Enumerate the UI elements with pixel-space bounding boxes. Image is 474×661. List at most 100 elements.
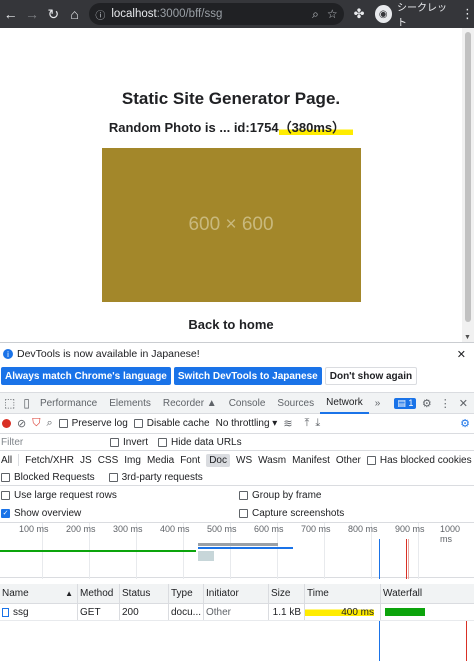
throttling-select[interactable]: No throttling ▾: [216, 418, 278, 429]
address-bar[interactable]: ⓘ localhost :3000/bff/ssg ⌕ ☆: [89, 3, 344, 25]
infobar-message: DevTools is now available in Japanese!: [17, 348, 200, 360]
type-media[interactable]: Media: [147, 455, 174, 466]
more-tabs-button[interactable]: »: [369, 392, 387, 414]
col-method[interactable]: Method: [78, 584, 120, 603]
type-js[interactable]: JS: [80, 455, 92, 466]
menu-kebab-icon[interactable]: ⋮: [461, 6, 474, 22]
invert-checkbox[interactable]: Invert: [110, 437, 148, 448]
zoom-icon[interactable]: ⌕: [312, 7, 319, 22]
blocked-requests-checkbox[interactable]: Blocked Requests: [1, 472, 95, 483]
network-toolbar: ⊘ ⛉ ⌕ Preserve log Disable cache No thro…: [0, 414, 474, 434]
type-manifest[interactable]: Manifest: [292, 455, 330, 466]
close-infobar-icon[interactable]: ✕: [457, 348, 466, 361]
record-icon[interactable]: [2, 419, 11, 428]
col-waterfall[interactable]: Waterfall: [381, 584, 474, 603]
checkbox-icon: [133, 419, 143, 428]
type-wasm[interactable]: Wasm: [258, 455, 286, 466]
inspect-element-icon[interactable]: ⬚: [0, 396, 19, 410]
type-doc[interactable]: Doc: [206, 453, 230, 467]
type-other[interactable]: Other: [336, 455, 361, 466]
cell-initiator: Other: [204, 604, 269, 620]
timeline-tick-label: 800 ms: [348, 524, 378, 534]
col-name[interactable]: Name ▲: [0, 584, 78, 603]
timeline-screenshot-thumbnail[interactable]: [198, 551, 214, 561]
cell-time: 400 ms: [305, 604, 381, 620]
checkbox-icon: [239, 508, 248, 518]
incognito-profile[interactable]: ◉ シークレット: [374, 0, 455, 29]
bookmark-star-icon[interactable]: ☆: [327, 7, 338, 21]
tab-console[interactable]: Console: [223, 392, 272, 414]
timeline-tick-label: 700 ms: [301, 524, 331, 534]
device-toolbar-icon[interactable]: ▯: [19, 396, 34, 410]
checkbox-checked-icon: ✓: [1, 508, 10, 518]
col-status[interactable]: Status: [120, 584, 169, 603]
back-to-home-link[interactable]: Back to home: [0, 317, 462, 332]
timeline-bar-gray: [198, 543, 278, 546]
network-overview-timeline[interactable]: 100 ms 200 ms 300 ms 400 ms 500 ms 600 m…: [0, 522, 474, 579]
infobar-buttons: Always match Chrome's language Switch De…: [0, 365, 474, 387]
tab-elements[interactable]: Elements: [103, 392, 157, 414]
table-row[interactable]: ssg GET 200 docu... Other 1.1 kB 400 ms: [0, 604, 474, 621]
document-icon: [2, 607, 9, 617]
has-blocked-cookies-checkbox[interactable]: Has blocked cookies: [366, 455, 472, 466]
preserve-log-checkbox[interactable]: Preserve log: [58, 418, 128, 429]
match-language-button[interactable]: Always match Chrome's language: [1, 367, 171, 385]
checkbox-icon: [1, 490, 10, 500]
import-har-icon[interactable]: ⤒: [305, 417, 310, 430]
time-value: 400 ms: [305, 606, 374, 618]
tab-performance[interactable]: Performance: [34, 392, 103, 414]
col-name-label: Name: [2, 588, 29, 599]
issues-count: 1: [408, 397, 414, 408]
filter-icon[interactable]: ⛉: [32, 417, 40, 430]
tab-network[interactable]: Network: [320, 392, 369, 414]
export-har-icon[interactable]: ⤓: [315, 417, 320, 430]
back-arrow-icon[interactable]: ←: [0, 3, 21, 25]
switch-japanese-button[interactable]: Switch DevTools to Japanese: [173, 367, 322, 385]
reload-icon[interactable]: ↻: [43, 3, 64, 25]
customize-kebab-icon[interactable]: ⋮: [440, 397, 451, 410]
third-party-checkbox[interactable]: 3rd-party requests: [108, 472, 203, 483]
type-css[interactable]: CSS: [98, 455, 119, 466]
page-scrollbar[interactable]: ▼: [462, 28, 474, 342]
group-by-frame-label: Group by frame: [252, 489, 322, 501]
col-size[interactable]: Size: [269, 584, 305, 603]
tab-sources[interactable]: Sources: [271, 392, 320, 414]
load-line: [466, 621, 467, 661]
scroll-down-arrow-icon[interactable]: ▼: [464, 334, 471, 341]
col-type[interactable]: Type: [169, 584, 204, 603]
home-icon[interactable]: ⌂: [64, 3, 85, 25]
network-conditions-icon[interactable]: ≋: [283, 417, 292, 430]
checkbox-icon: [1, 472, 10, 482]
type-fetch-xhr[interactable]: Fetch/XHR: [25, 455, 74, 466]
network-settings-gear-icon[interactable]: ⚙: [460, 417, 470, 430]
disable-cache-checkbox[interactable]: Disable cache: [133, 418, 210, 429]
type-ws[interactable]: WS: [236, 455, 252, 466]
preserve-log-label: Preserve log: [71, 418, 128, 429]
large-rows-checkbox[interactable]: Use large request rows: [1, 490, 239, 501]
hide-data-urls-checkbox[interactable]: Hide data URLs: [158, 437, 242, 448]
filter-input[interactable]: Filter: [0, 437, 110, 448]
close-devtools-icon[interactable]: ✕: [459, 397, 468, 410]
scrollbar-thumb[interactable]: [465, 32, 471, 322]
col-initiator[interactable]: Initiator: [204, 584, 269, 603]
clear-icon[interactable]: ⊘: [17, 417, 26, 430]
search-icon[interactable]: ⌕: [46, 417, 52, 430]
type-all[interactable]: All: [1, 455, 12, 466]
capture-screenshots-checkbox[interactable]: Capture screenshots: [239, 508, 344, 519]
dont-show-again-button[interactable]: Don't show again: [324, 367, 418, 385]
show-overview-checkbox[interactable]: ✓ Show overview: [1, 508, 239, 519]
group-by-frame-checkbox[interactable]: Group by frame: [239, 490, 321, 501]
col-time[interactable]: Time: [305, 584, 381, 603]
type-font[interactable]: Font: [180, 455, 200, 466]
timeline-tick-label: 900 ms: [395, 524, 425, 534]
info-icon[interactable]: ⓘ: [95, 7, 105, 22]
type-img[interactable]: Img: [124, 455, 141, 466]
domcontentloaded-marker: [379, 539, 380, 579]
extensions-puzzle-icon[interactable]: ✤: [354, 6, 365, 22]
settings-gear-icon[interactable]: ⚙: [422, 397, 432, 410]
domcontentloaded-line: [379, 621, 380, 661]
tab-recorder[interactable]: Recorder ▲: [157, 392, 223, 414]
timeline-tick-label: 200 ms: [66, 524, 96, 534]
issues-badge[interactable]: ▤ 1: [394, 397, 417, 409]
forward-arrow-icon[interactable]: →: [21, 3, 42, 25]
